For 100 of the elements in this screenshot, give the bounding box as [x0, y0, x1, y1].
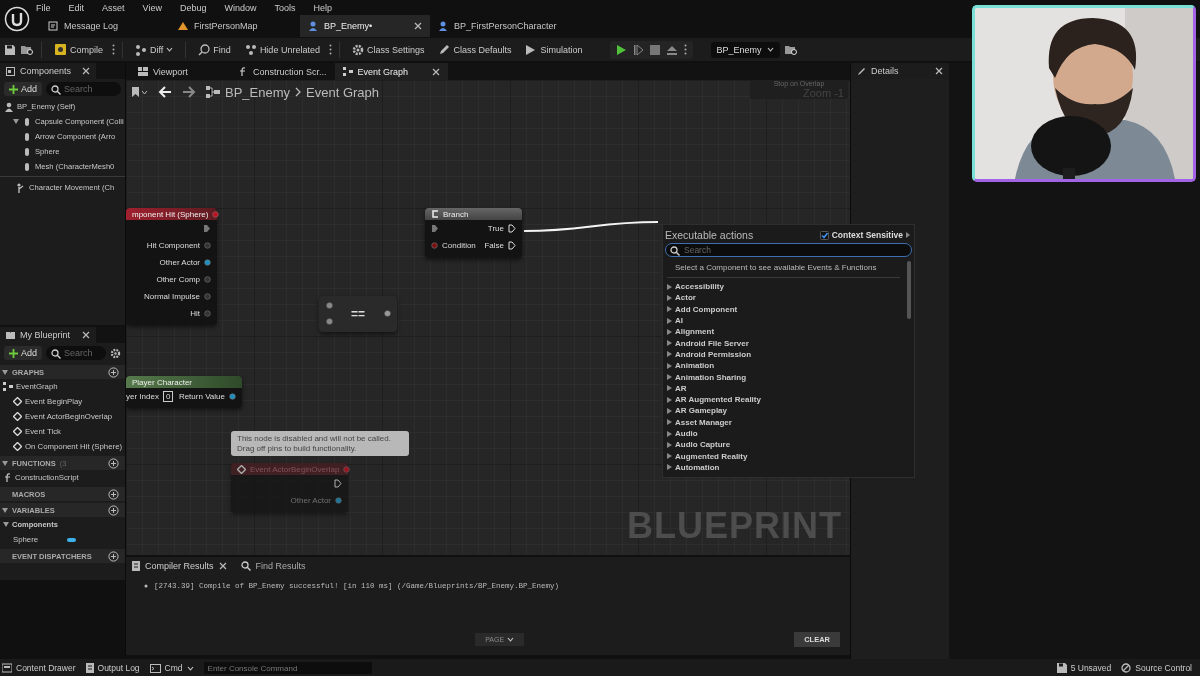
category-item[interactable]: Automation — [667, 461, 900, 474]
compile-button[interactable]: Compile — [49, 41, 108, 58]
document-tab[interactable]: Message Log — [40, 15, 170, 37]
document-tab[interactable]: FirstPersonMap — [170, 15, 300, 37]
component-icon — [4, 101, 14, 112]
index-field[interactable]: 0 — [162, 391, 174, 402]
search-field[interactable]: Search — [665, 243, 912, 257]
hide-unrelated-button[interactable]: Hide Unrelated — [239, 41, 325, 58]
panel-tab[interactable]: Details — [851, 63, 949, 79]
editor-tab[interactable]: Viewport — [130, 63, 230, 80]
cmd-dropdown[interactable]: Cmd — [149, 663, 194, 673]
category-item[interactable]: Android File Server — [667, 337, 900, 349]
close-icon[interactable] — [82, 331, 90, 339]
category-item[interactable]: Add Component — [667, 303, 900, 315]
plus-icon — [9, 84, 18, 94]
browse-icon[interactable] — [783, 43, 798, 56]
more-icon[interactable] — [112, 44, 115, 55]
more-icon[interactable] — [683, 44, 687, 55]
category-item[interactable]: Android Permission — [667, 348, 900, 361]
menu-item[interactable]: View — [142, 2, 162, 13]
event-node[interactable]: mponent Hit (Sphere) Hit Component Other Actor Other Comp Normal Impulse Hit — [126, 208, 217, 325]
category-item[interactable]: AI — [667, 314, 900, 327]
close-icon[interactable] — [414, 22, 422, 30]
menu-item[interactable]: Asset — [102, 2, 125, 13]
add-icon[interactable] — [108, 366, 119, 378]
panel-tab[interactable]: My Blueprint — [0, 327, 96, 343]
category-item[interactable]: AR Augmented Reality — [667, 393, 900, 406]
content-drawer-button[interactable]: Content Drawer — [2, 663, 76, 673]
category-item[interactable]: Animation Sharing — [667, 371, 900, 383]
node-comment: This node is disabled and will not be called. Drag off pins to build functionality. — [231, 431, 409, 457]
add-icon[interactable] — [108, 504, 119, 516]
eject-icon[interactable] — [665, 44, 678, 55]
editor-tab[interactable]: Construction Scr... — [230, 63, 335, 80]
category-item[interactable]: AR Gameplay — [667, 405, 900, 417]
search-field[interactable]: Search — [46, 82, 121, 96]
add-icon[interactable] — [108, 457, 119, 469]
breadcrumb-item[interactable]: Event Graph — [306, 84, 380, 100]
bookmark-icon[interactable] — [132, 86, 148, 98]
expand-arrow-icon[interactable] — [3, 522, 9, 527]
pin-icon — [204, 242, 211, 249]
stop-icon[interactable] — [649, 44, 660, 55]
forward-arrow-icon[interactable] — [182, 86, 196, 98]
category-item[interactable]: Audio Capture — [667, 439, 900, 451]
close-icon[interactable] — [82, 67, 90, 75]
settings-icon[interactable] — [110, 347, 121, 359]
function-node[interactable]: Player Character yer Index 0 Return Value — [126, 376, 242, 408]
panel-tab[interactable]: Components — [0, 63, 96, 79]
node-title: Branch — [425, 208, 522, 220]
category-item[interactable]: Accessibility — [667, 281, 900, 293]
simulation-button[interactable]: Simulation — [520, 41, 588, 58]
class-settings-button[interactable]: Class Settings — [346, 41, 430, 58]
branch-node[interactable]: Branch True Condition False — [425, 208, 522, 258]
plus-icon — [9, 348, 18, 358]
close-icon[interactable] — [935, 67, 943, 75]
back-arrow-icon[interactable] — [158, 86, 172, 98]
unsaved-button[interactable]: 5 Unsaved — [1056, 663, 1112, 673]
category-item[interactable]: Actor — [667, 292, 900, 304]
class-defaults-button[interactable]: Class Defaults — [433, 41, 517, 58]
expand-arrow-icon[interactable] — [2, 507, 8, 513]
play-icon[interactable] — [615, 43, 627, 56]
editor-tab[interactable]: Event Graph — [334, 63, 449, 80]
step-icon[interactable] — [632, 43, 644, 56]
more-icon[interactable] — [328, 44, 332, 55]
close-icon[interactable] — [432, 67, 441, 76]
search-field[interactable]: Search — [46, 346, 106, 360]
add-button[interactable]: Add — [4, 82, 42, 96]
document-tab[interactable]: BP_Enemy• — [300, 15, 430, 37]
add-icon[interactable] — [108, 488, 119, 500]
document-tab[interactable]: BP_FirstPersonCharacter — [430, 15, 560, 37]
category-item[interactable]: Animation — [667, 360, 900, 372]
breadcrumb-item[interactable]: BP_Enemy — [225, 84, 291, 100]
find-button[interactable]: Find — [193, 41, 236, 58]
menu-item[interactable]: Tools — [274, 2, 296, 13]
category-item[interactable]: Augmented Reality — [667, 450, 900, 462]
results-tab[interactable]: Compiler Results — [132, 560, 227, 571]
close-icon[interactable] — [218, 561, 227, 570]
debug-object-dropdown[interactable]: BP_Enemy — [710, 41, 780, 58]
add-button[interactable]: Add — [4, 346, 42, 360]
category-item[interactable]: Audio — [667, 427, 900, 440]
menu-item[interactable]: Edit — [68, 2, 85, 13]
category-item[interactable]: Asset Manager — [667, 416, 900, 428]
expand-arrow-icon[interactable] — [2, 369, 8, 375]
browse-icon[interactable] — [20, 43, 34, 56]
menu-item[interactable]: File — [36, 2, 51, 13]
menu-item[interactable]: Window — [224, 2, 257, 13]
console-input[interactable]: Enter Console Command — [203, 662, 372, 674]
menu-item[interactable]: Help — [313, 2, 332, 13]
menu-item[interactable]: Debug — [179, 2, 207, 13]
category-item[interactable]: Alignment — [667, 326, 900, 338]
save-icon[interactable] — [4, 43, 16, 56]
compare-node[interactable]: == — [319, 296, 397, 332]
expand-arrow-icon[interactable] — [2, 460, 8, 466]
context-sensitive-checkbox[interactable]: Context Sensitive — [819, 230, 910, 240]
expand-arrow-icon[interactable] — [13, 119, 19, 124]
category-item[interactable]: AR — [667, 382, 900, 394]
add-icon[interactable] — [108, 550, 119, 562]
source-control-button[interactable]: Source Control — [1121, 663, 1192, 673]
diff-button[interactable]: Diff — [130, 41, 179, 58]
output-log-button[interactable]: Output Log — [85, 663, 140, 673]
results-tab[interactable]: Find Results — [240, 560, 306, 571]
